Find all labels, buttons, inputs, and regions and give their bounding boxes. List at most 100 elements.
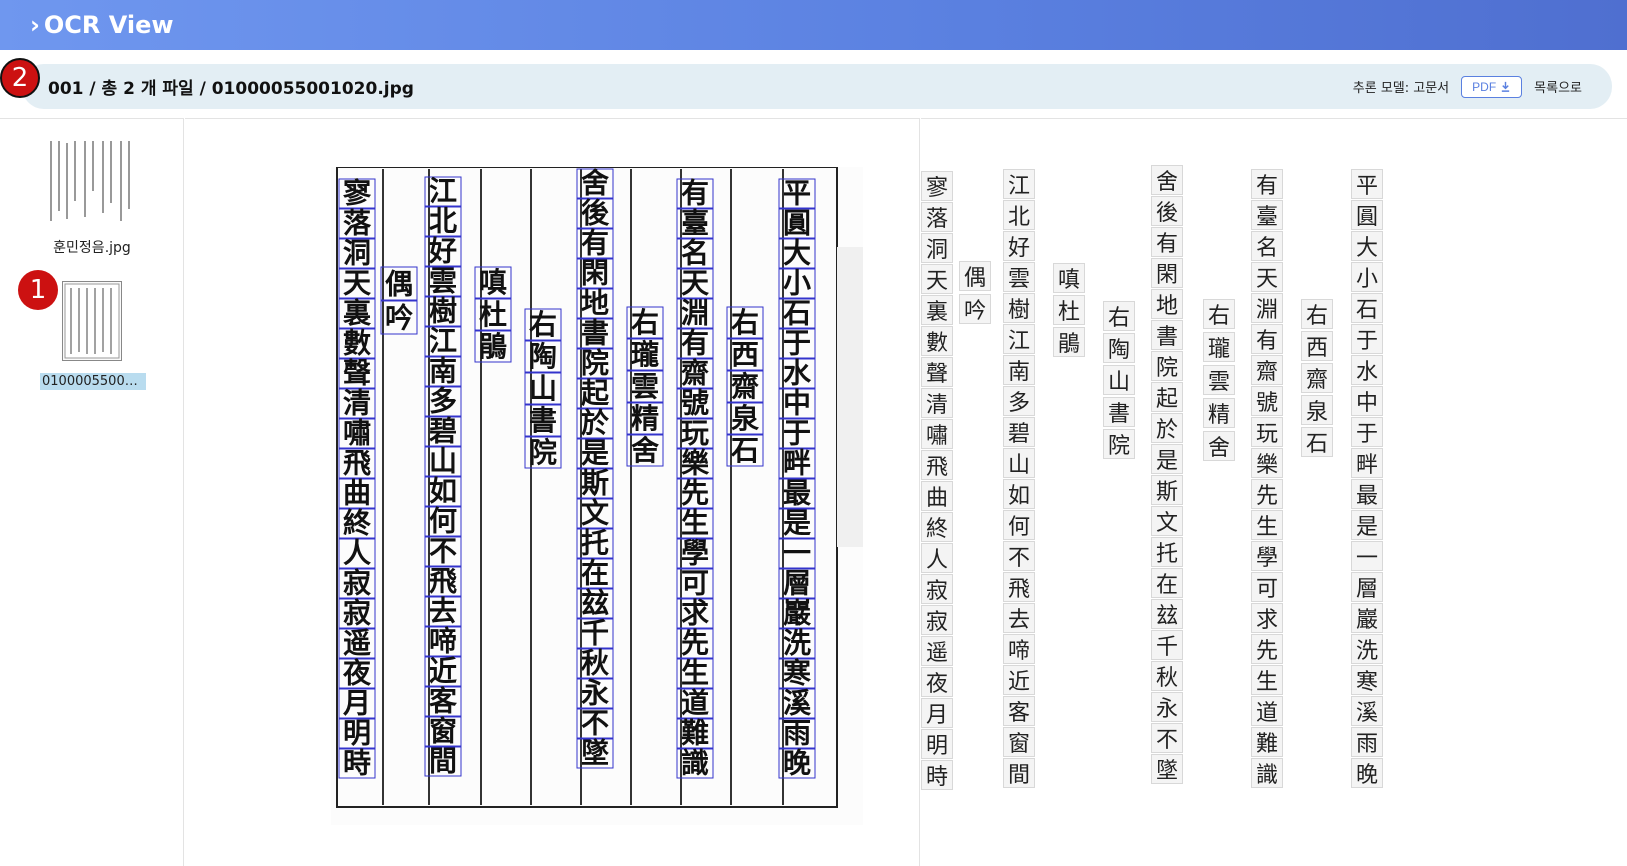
- ocr-character-cell[interactable]: 淵: [1251, 293, 1283, 323]
- ocr-character-cell[interactable]: 齋: [1301, 363, 1333, 393]
- ocr-character-cell[interactable]: 右: [1203, 299, 1235, 329]
- ocr-character-cell[interactable]: 是: [1351, 510, 1383, 540]
- ocr-character-cell[interactable]: 永: [1151, 692, 1183, 722]
- ocr-character-cell[interactable]: 雨: [1351, 727, 1383, 757]
- file-thumbnail-2[interactable]: [62, 281, 122, 361]
- ocr-character-cell[interactable]: 山: [1103, 365, 1135, 395]
- ocr-character-cell[interactable]: 最: [1351, 479, 1383, 509]
- ocr-character-cell[interactable]: 托: [1151, 537, 1183, 567]
- ocr-character-cell[interactable]: 斯: [1151, 475, 1183, 505]
- ocr-character-cell[interactable]: 是: [1151, 444, 1183, 474]
- ocr-character-cell[interactable]: 不: [1151, 723, 1183, 753]
- ocr-character-cell[interactable]: 曲: [921, 481, 953, 511]
- ocr-character-cell[interactable]: 齋: [1251, 355, 1283, 385]
- ocr-character-cell[interactable]: 不: [1003, 541, 1035, 571]
- ocr-character-cell[interactable]: 數: [921, 326, 953, 356]
- ocr-character-cell[interactable]: 碧: [1003, 417, 1035, 447]
- ocr-character-cell[interactable]: 書: [1103, 397, 1135, 427]
- ocr-character-cell[interactable]: 右: [1301, 299, 1333, 329]
- ocr-character-cell[interactable]: 大: [1351, 231, 1383, 261]
- ocr-character-cell[interactable]: 瓏: [1203, 332, 1235, 362]
- ocr-character-cell[interactable]: 西: [1301, 331, 1333, 361]
- ocr-character-cell[interactable]: 玩: [1251, 417, 1283, 447]
- ocr-character-cell[interactable]: 先: [1251, 634, 1283, 664]
- ocr-character-cell[interactable]: 文: [1151, 506, 1183, 536]
- ocr-character-cell[interactable]: 有: [1151, 227, 1183, 257]
- ocr-character-cell[interactable]: 院: [1103, 429, 1135, 459]
- ocr-character-cell[interactable]: 有: [1251, 324, 1283, 354]
- ocr-character-cell[interactable]: 墜: [1151, 754, 1183, 784]
- ocr-character-cell[interactable]: 舍: [1203, 431, 1235, 461]
- ocr-character-cell[interactable]: 書: [1151, 320, 1183, 350]
- ocr-character-cell[interactable]: 夜: [921, 667, 953, 697]
- ocr-character-cell[interactable]: 號: [1251, 386, 1283, 416]
- ocr-character-cell[interactable]: 畔: [1351, 448, 1383, 478]
- ocr-character-cell[interactable]: 洗: [1351, 634, 1383, 664]
- ocr-character-cell[interactable]: 終: [921, 512, 953, 542]
- document-image-viewer[interactable]: 平圓大小石于水中于畔最是一層巖洗寒溪雨晚右西齋泉石有臺名天淵有齋號玩樂先生學可求…: [185, 118, 920, 866]
- ocr-character-cell[interactable]: 右: [1103, 301, 1135, 331]
- ocr-character-cell[interactable]: 地: [1151, 289, 1183, 319]
- ocr-character-cell[interactable]: 識: [1251, 758, 1283, 788]
- ocr-character-cell[interactable]: 寒: [1351, 665, 1383, 695]
- ocr-character-cell[interactable]: 秋: [1151, 661, 1183, 691]
- ocr-character-cell[interactable]: 北: [1003, 200, 1035, 230]
- ocr-character-cell[interactable]: 嗔: [1053, 263, 1085, 293]
- ocr-character-cell[interactable]: 有: [1251, 169, 1283, 199]
- ocr-character-cell[interactable]: 千: [1151, 630, 1183, 660]
- ocr-character-cell[interactable]: 偶: [959, 261, 991, 291]
- ocr-character-cell[interactable]: 洞: [921, 233, 953, 263]
- ocr-character-cell[interactable]: 中: [1351, 386, 1383, 416]
- ocr-character-cell[interactable]: 于: [1351, 417, 1383, 447]
- ocr-character-cell[interactable]: 晚: [1351, 758, 1383, 788]
- ocr-character-cell[interactable]: 精: [1203, 398, 1235, 428]
- ocr-character-cell[interactable]: 溪: [1351, 696, 1383, 726]
- ocr-character-cell[interactable]: 好: [1003, 231, 1035, 261]
- ocr-character-cell[interactable]: 石: [1301, 427, 1333, 457]
- ocr-character-cell[interactable]: 落: [921, 202, 953, 232]
- ocr-character-cell[interactable]: 月: [921, 698, 953, 728]
- ocr-character-cell[interactable]: 玆: [1151, 599, 1183, 629]
- ocr-character-cell[interactable]: 人: [921, 543, 953, 573]
- ocr-character-cell[interactable]: 去: [1003, 603, 1035, 633]
- ocr-character-cell[interactable]: 啼: [1003, 634, 1035, 664]
- ocr-character-cell[interactable]: 雲: [1003, 262, 1035, 292]
- ocr-character-cell[interactable]: 求: [1251, 603, 1283, 633]
- ocr-character-cell[interactable]: 如: [1003, 479, 1035, 509]
- ocr-character-cell[interactable]: 寂: [921, 574, 953, 604]
- ocr-character-cell[interactable]: 後: [1151, 196, 1183, 226]
- ocr-character-cell[interactable]: 近: [1003, 665, 1035, 695]
- ocr-character-cell[interactable]: 杜: [1053, 295, 1085, 325]
- ocr-character-cell[interactable]: 石: [1351, 293, 1383, 323]
- ocr-character-cell[interactable]: 山: [1003, 448, 1035, 478]
- ocr-character-cell[interactable]: 飛: [1003, 572, 1035, 602]
- ocr-character-cell[interactable]: 寂: [921, 605, 953, 635]
- ocr-character-cell[interactable]: 何: [1003, 510, 1035, 540]
- ocr-character-cell[interactable]: 間: [1003, 758, 1035, 788]
- ocr-character-cell[interactable]: 嘯: [921, 419, 953, 449]
- ocr-character-cell[interactable]: 一: [1351, 541, 1383, 571]
- ocr-character-cell[interactable]: 時: [921, 760, 953, 790]
- ocr-character-cell[interactable]: 清: [921, 388, 953, 418]
- ocr-character-cell[interactable]: 多: [1003, 386, 1035, 416]
- ocr-character-cell[interactable]: 天: [1251, 262, 1283, 292]
- ocr-character-cell[interactable]: 在: [1151, 568, 1183, 598]
- ocr-character-cell[interactable]: 天: [921, 264, 953, 294]
- ocr-character-cell[interactable]: 樂: [1251, 448, 1283, 478]
- ocr-character-cell[interactable]: 可: [1251, 572, 1283, 602]
- ocr-character-cell[interactable]: 閑: [1151, 258, 1183, 288]
- ocr-character-cell[interactable]: 巖: [1351, 603, 1383, 633]
- ocr-character-cell[interactable]: 名: [1251, 231, 1283, 261]
- ocr-character-cell[interactable]: 小: [1351, 262, 1383, 292]
- ocr-character-cell[interactable]: 鵑: [1053, 327, 1085, 357]
- ocr-character-cell[interactable]: 於: [1151, 413, 1183, 443]
- ocr-character-cell[interactable]: 平: [1351, 169, 1383, 199]
- file-label-1[interactable]: 훈민정음.jpg: [0, 237, 184, 257]
- ocr-character-cell[interactable]: 道: [1251, 696, 1283, 726]
- ocr-character-cell[interactable]: 聲: [921, 357, 953, 387]
- ocr-character-cell[interactable]: 學: [1251, 541, 1283, 571]
- ocr-character-cell[interactable]: 難: [1251, 727, 1283, 757]
- ocr-character-cell[interactable]: 陶: [1103, 333, 1135, 363]
- back-to-list-link[interactable]: 목록으로: [1534, 77, 1582, 96]
- ocr-character-cell[interactable]: 舍: [1151, 165, 1183, 195]
